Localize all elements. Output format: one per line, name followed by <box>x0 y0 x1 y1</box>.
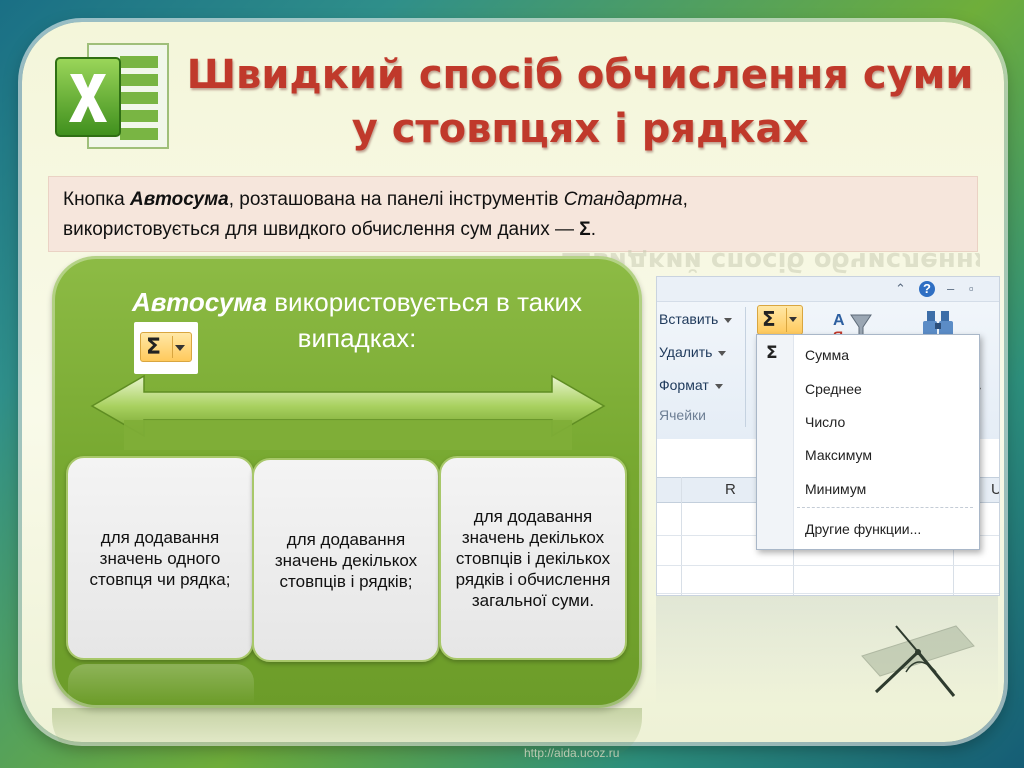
intro-part-4: використовується для швидкого обчислення… <box>63 219 580 240</box>
svg-text:A: A <box>833 312 845 329</box>
grid-line <box>657 593 999 594</box>
intro-text-box: Кнопка Автосума, розташована на панелі і… <box>48 176 978 252</box>
intro-autosum: Автосума <box>130 189 229 210</box>
case-card-1: для додавання значень одного стовпця чи … <box>66 456 254 660</box>
sigma-icon: Σ <box>146 335 162 360</box>
protractor-compass-icon <box>861 625 975 697</box>
cells-group-label: Ячейки <box>659 407 706 423</box>
autosum-button[interactable]: Σ <box>757 305 803 335</box>
grid-line <box>681 477 682 595</box>
menu-item-more-functions[interactable]: Другие функции... <box>805 521 921 537</box>
intro-sigma: Σ <box>579 219 591 240</box>
case-card-3: для додавання значень декількох стовпців… <box>439 456 627 660</box>
restore-icon[interactable]: ▫ <box>969 281 974 296</box>
chevron-down-icon <box>724 317 733 323</box>
format-label: Формат <box>659 377 709 393</box>
intro-part-3: , <box>682 189 688 210</box>
insert-cells-menu[interactable]: Вставить <box>659 311 733 327</box>
minimize-icon[interactable]: – <box>947 281 954 296</box>
card-reflection <box>68 664 254 704</box>
intro-part-1: Кнопка <box>63 189 130 210</box>
chevron-down-icon[interactable] <box>789 317 797 322</box>
intro-part-2: , розташована на панелі інструментів <box>228 189 564 210</box>
excel-logo-icon <box>55 43 169 149</box>
collapse-ribbon-icon[interactable]: ⌃ <box>895 281 906 297</box>
column-header-next[interactable]: U <box>991 481 999 498</box>
insert-label: Вставить <box>659 311 719 327</box>
intro-part-5: . <box>590 219 596 240</box>
ribbon-divider <box>745 307 746 427</box>
autosum-dropdown-menu: Σ Сумма Среднее Число Максимум Минимум Д… <box>756 334 980 550</box>
autosum-panel: Автосума використовується в таких випадк… <box>52 256 642 708</box>
chevron-down-icon <box>718 350 727 356</box>
slide-title: Швидкий спосіб обчислення суми у стовпця… <box>180 48 980 156</box>
menu-item-count[interactable]: Число <box>805 414 845 430</box>
autosum-button-image: Σ <box>134 322 198 374</box>
help-icon[interactable]: ? <box>919 281 935 297</box>
menu-item-average[interactable]: Среднее <box>805 381 862 397</box>
menu-divider <box>797 507 973 508</box>
column-header-r[interactable]: R <box>725 481 736 498</box>
double-arrow-icon <box>90 374 606 450</box>
sigma-icon: Σ <box>766 343 778 363</box>
title-line-2: у стовпцях і рядках <box>351 106 809 152</box>
menu-item-sum[interactable]: Сумма <box>805 347 849 363</box>
sigma-icon: Σ <box>762 307 776 331</box>
delete-label: Удалить <box>659 344 713 360</box>
case-card-1-text: для додавання значень одного стовпця чи … <box>89 527 231 589</box>
chevron-down-icon <box>714 383 723 389</box>
ribbon-topbar: ⌃ ? – ▫ <box>657 277 999 302</box>
menu-item-max[interactable]: Максимум <box>805 447 872 463</box>
delete-cells-menu[interactable]: Удалить <box>659 344 727 360</box>
panel-heading-rest: використовується в таких випадках: <box>267 287 583 353</box>
case-card-3-text: для додавання значень декількох стовпців… <box>455 506 611 610</box>
case-card-2: для додавання значень декількох стовпців… <box>252 458 440 662</box>
intro-standard: Стандартна <box>563 189 683 210</box>
menu-item-min[interactable]: Минимум <box>805 481 866 497</box>
format-cells-menu[interactable]: Формат <box>659 377 723 393</box>
title-line-1: Швидкий спосіб обчислення суми <box>186 52 974 98</box>
menu-gutter <box>757 335 794 549</box>
footer-url: http://aida.ucoz.ru <box>524 746 620 760</box>
chevron-down-icon <box>175 345 185 351</box>
panel-heading-bold: Автосума <box>131 287 268 317</box>
case-card-2-text: для додавання значень декількох стовпців… <box>274 529 418 591</box>
grid-line <box>657 565 999 566</box>
